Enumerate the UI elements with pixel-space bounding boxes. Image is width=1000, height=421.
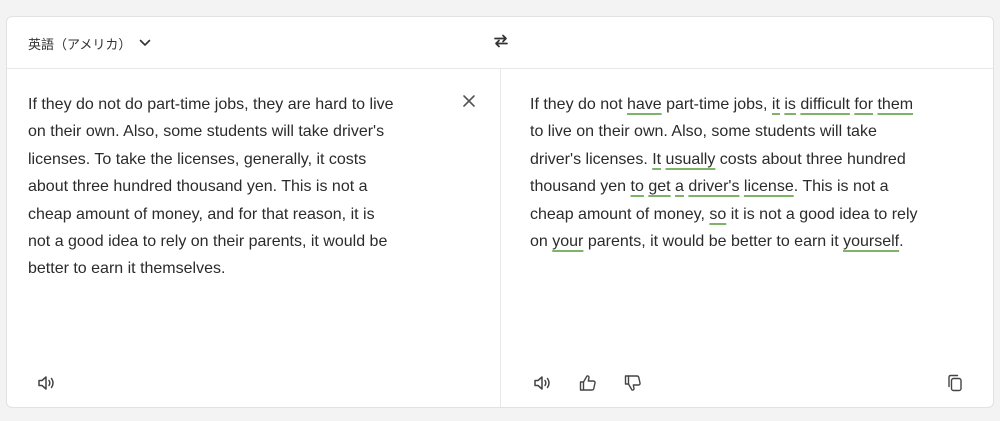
translated-line: on your parents, it would be better to e… <box>530 228 918 255</box>
speaker-icon <box>533 374 553 392</box>
dislike-button[interactable] <box>622 372 644 394</box>
translated-text: If they do not have part-time jobs, it i… <box>530 91 918 255</box>
text-segment: cheap amount of money, <box>530 205 710 223</box>
close-icon <box>461 95 477 113</box>
source-line: licenses. To take the licenses, generall… <box>28 150 367 168</box>
translated-line: cheap amount of money, so it is not a go… <box>530 201 918 228</box>
text-segment: on <box>530 232 553 250</box>
translated-line: to live on their own. Also, some student… <box>530 118 918 145</box>
source-text[interactable]: If they do not do part-time jobs, they a… <box>28 91 394 283</box>
source-line: If they do not do part-time jobs, they a… <box>28 96 394 113</box>
suggested-edit[interactable]: a <box>675 178 684 195</box>
chevron-down-icon <box>139 39 151 47</box>
source-line: on their own. Also, some students will t… <box>28 123 385 141</box>
speaker-icon <box>37 374 57 392</box>
clear-text-button[interactable] <box>461 93 477 109</box>
source-line: cheap amount of money, and for that reas… <box>28 205 375 223</box>
source-line: about three hundred thousand yen. This i… <box>28 178 368 196</box>
suggested-edit[interactable]: driver's <box>688 178 739 195</box>
swap-arrows-icon <box>493 34 509 53</box>
source-language-select[interactable]: 英語（アメリカ） <box>28 32 151 54</box>
suggested-edit[interactable]: usually <box>666 151 716 168</box>
suggested-edit[interactable]: get <box>648 178 670 195</box>
text-segment: to live on their own. Also, some student… <box>530 123 877 141</box>
thumbs-up-icon <box>578 373 598 393</box>
suggested-edit[interactable]: it <box>772 96 780 113</box>
swap-languages-button[interactable] <box>491 33 511 53</box>
copy-button[interactable] <box>944 372 966 394</box>
suggested-edit[interactable]: It <box>652 151 661 168</box>
suggested-edit[interactable]: license <box>744 178 794 195</box>
suggested-edit[interactable]: so <box>709 206 726 223</box>
language-bar: 英語（アメリカ） <box>7 17 993 69</box>
text-segment: . This is not a <box>793 178 889 196</box>
text-segment: If they do not <box>530 96 627 113</box>
copy-icon <box>946 373 964 393</box>
text-segment: driver's licenses. <box>530 150 653 168</box>
like-button[interactable] <box>577 372 599 394</box>
source-line: better to earn it themselves. <box>28 260 226 278</box>
source-listen-button[interactable] <box>36 372 58 394</box>
suggested-edit[interactable]: them <box>877 96 913 113</box>
suggested-edit[interactable]: difficult <box>800 96 850 113</box>
text-segment: thousand yen <box>530 178 631 196</box>
text-segment: costs about three hundred <box>715 150 906 168</box>
text-segment: part-time jobs, <box>661 96 772 113</box>
source-line: not a good idea to rely on their parents… <box>28 232 388 250</box>
text-segment: it is not a good idea to rely <box>726 205 918 223</box>
translator-card: 英語（アメリカ） If they do not do part-time job… <box>6 16 994 408</box>
pane-divider <box>500 69 501 407</box>
thumbs-down-icon <box>623 373 643 393</box>
translated-line: thousand yen to get a driver's license. … <box>530 173 918 200</box>
text-segment: . <box>899 232 904 250</box>
suggested-edit[interactable]: is <box>784 96 796 113</box>
suggested-edit[interactable]: have <box>627 96 662 113</box>
source-language-label: 英語（アメリカ） <box>28 37 132 53</box>
target-listen-button[interactable] <box>532 372 554 394</box>
translated-line: If they do not have part-time jobs, it i… <box>530 91 918 118</box>
suggested-edit[interactable]: to <box>631 178 644 195</box>
suggested-edit[interactable]: yourself <box>843 233 899 250</box>
translated-line: driver's licenses. It usually costs abou… <box>530 146 918 173</box>
suggested-edit[interactable]: for <box>854 96 873 113</box>
text-segment: parents, it would be better to earn it <box>583 232 844 250</box>
suggested-edit[interactable]: your <box>552 233 583 250</box>
